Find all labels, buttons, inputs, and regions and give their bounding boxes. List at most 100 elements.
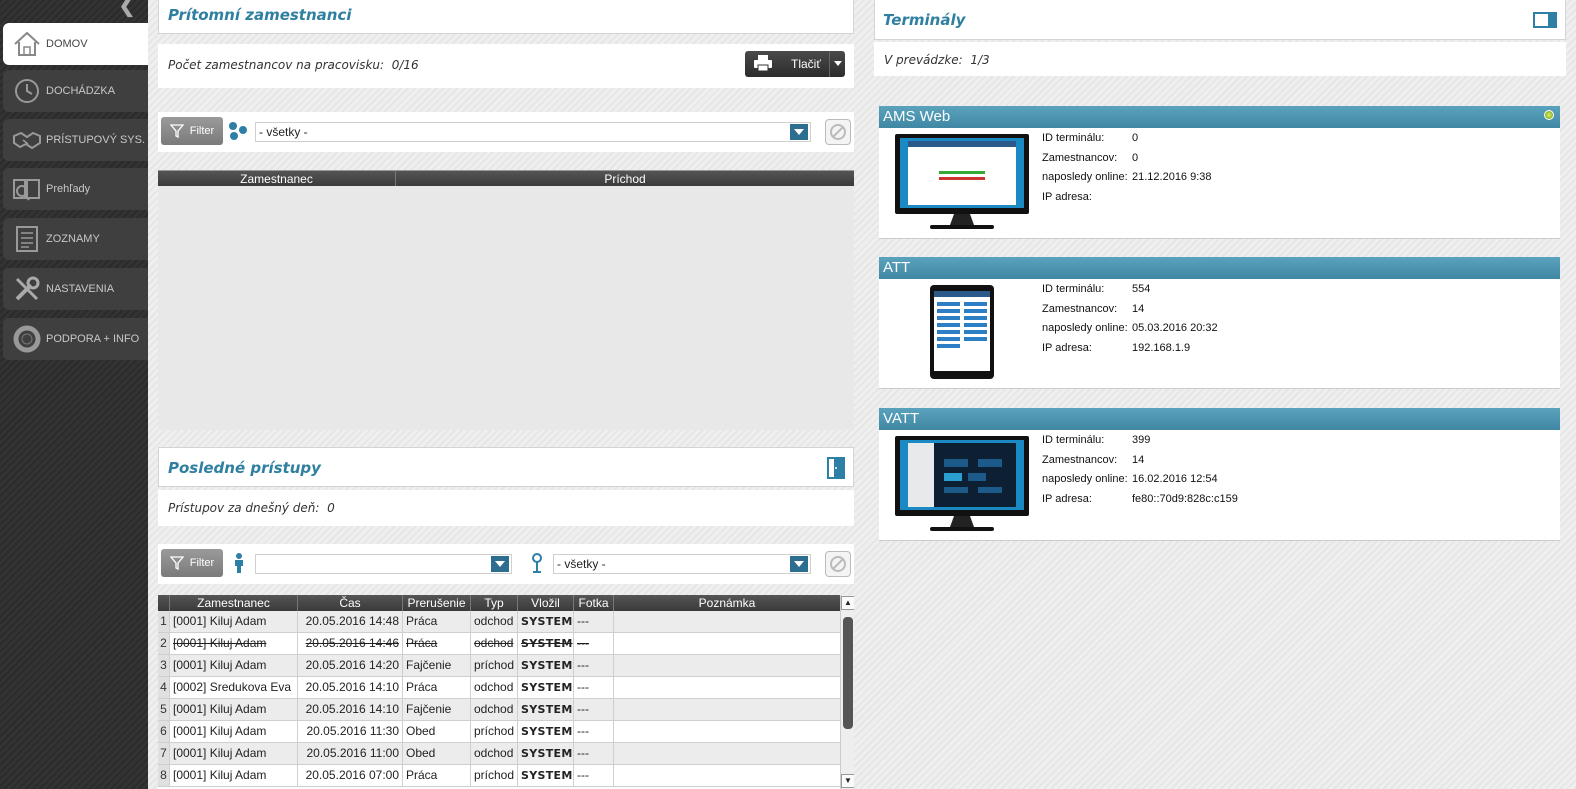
column-header[interactable]: Vložil [518,595,574,611]
table-row[interactable]: 7 [0001] Kiluj Adam 20.05.2016 11:00 Obed od… [158,743,840,765]
column-header[interactable]: Poznámka [614,595,840,611]
print-button[interactable]: Tlačiť [745,51,845,77]
sidebar-item-domov[interactable]: DOMOV [3,23,148,65]
location-select[interactable]: - všetky - [553,554,811,574]
cell-time: 20.05.2016 14:48 [298,611,403,632]
book-search-icon [12,174,42,204]
clock-icon [12,76,42,106]
handshake-icon [12,125,42,155]
cell-by: SYSTEM [518,699,574,720]
person-icon [233,553,245,576]
present-clear-filter-button[interactable] [825,119,851,145]
cell-break: Obed [403,743,471,764]
column-header[interactable]: Typ [471,595,518,611]
operating-label: V prevádzke: [884,53,963,67]
terminal-ip-label: IP adresa: [1042,190,1092,203]
cell-note [614,633,840,654]
cell-employee: [0002] Sredukova Eva [170,677,298,698]
print-dropdown-icon[interactable] [829,51,845,77]
terminal-last-online-label: naposledy online: [1042,322,1128,334]
terminal-id-label: ID terminálu: [1042,132,1105,144]
row-number-header [158,595,170,611]
cell-n: 6 [158,721,170,742]
table-row[interactable]: 3 [0001] Kiluj Adam 20.05.2016 14:20 Fajčen… [158,655,840,677]
cell-note [614,699,840,720]
accesses-info-bar: Prístupov za dnešný deň: 0 [158,490,854,526]
panel-toggle-icon[interactable] [1533,12,1557,31]
column-header[interactable]: Fotka [574,595,614,611]
terminals-title: Terminály [883,11,966,29]
accesses-scrollbar[interactable]: ▲ ▼ [840,595,854,789]
cell-n: 2 [158,633,170,654]
cell-by: SYSTEM [518,743,574,764]
terminal-card[interactable]: AMS Web ID terminálu: 0 Zamestnancov: 0 na… [879,106,1560,239]
door-icon[interactable] [827,457,845,482]
table-row[interactable]: 8 [0001] Kiluj Adam 20.05.2016 07:00 Práca p… [158,765,840,787]
person-select[interactable] [255,554,512,574]
cell-break: Práca [403,765,471,786]
terminal-last-online: 16.02.2016 12:54 [1132,473,1218,485]
table-row[interactable]: 2 [0001] Kiluj Adam 20.05.2016 14:46 Práca o… [158,633,840,655]
terminal-id-label: ID terminálu: [1042,434,1105,446]
accesses-count-label: Prístupov za dnešný deň: [168,501,320,515]
cell-by: SYSTEM [518,655,574,676]
cell-photo: --- [574,765,614,786]
present-header: Prítomní zamestnanci [158,0,854,34]
table-row[interactable]: 1 [0001] Kiluj Adam 20.05.2016 14:48 Práca o… [158,611,840,633]
accesses-clear-filter-button[interactable] [825,551,851,577]
cell-employee: [0001] Kiluj Adam [170,633,298,654]
cell-by: SYSTEM [518,765,574,786]
sidebar-item-zoznamy[interactable]: ZOZNAMY [3,218,148,260]
table-row[interactable]: 4 [0002] Sredukova Eva 20.05.2016 14:10 Prá… [158,677,840,699]
terminal-employees-label: Zamestnancov: [1042,302,1118,315]
column-header[interactable]: Zamestnanec [170,595,298,611]
sidebar-item-podpora[interactable]: PODPORA + INFO [3,318,148,360]
cell-break: Fajčenie [403,699,471,720]
terminal-details: ID terminálu: 0 Zamestnancov: 0 naposledy … [1042,132,1212,210]
terminal-card[interactable]: VATT ID terminálu: 399 Zamestnancov: 14 na… [879,408,1560,541]
cell-employee: [0001] Kiluj Adam [170,743,298,764]
sidebar: ❮ DOMOV DOCHÁDZKA PRÍSTUPOVÝ SYS. Prehľa… [0,0,148,789]
terminal-card[interactable]: ATT ID terminálu: 554 Zamestnancov: 14 nap… [879,257,1560,389]
table-row[interactable]: 5 [0001] Kiluj Adam 20.05.2016 14:10 Fajčen… [158,699,840,721]
cell-time: 20.05.2016 14:10 [298,699,403,720]
cell-n: 8 [158,765,170,786]
sidebar-item-prehlady[interactable]: Prehľady [3,168,148,210]
present-filter-button[interactable]: Filter [161,117,223,145]
online-status-icon [1544,110,1554,120]
cell-note [614,721,840,742]
terminal-last-online: 21.12.2016 9:38 [1132,171,1212,183]
sidebar-item-nastavenia[interactable]: NASTAVENIA [3,268,148,310]
monitor-icon [894,435,1030,536]
terminal-employees: 14 [1132,453,1145,466]
column-header[interactable]: Príchod [396,171,854,186]
terminal-id-label: ID terminálu: [1042,283,1105,295]
cell-type: odchod [471,699,518,720]
cell-photo: --- [574,655,614,676]
chevron-down-icon [491,556,509,572]
cell-note [614,677,840,698]
sidebar-item-pristupovy[interactable]: PRÍSTUPOVÝ SYS. [3,119,148,161]
table-row[interactable]: 6 [0001] Kiluj Adam 20.05.2016 11:30 Obed pr… [158,721,840,743]
cell-type: príchod [471,721,518,742]
collapse-sidebar-icon[interactable]: ❮ [112,0,142,18]
terminal-employees-label: Zamestnancov: [1042,151,1118,164]
cell-photo: --- [574,677,614,698]
accesses-filter-button[interactable]: Filter [161,549,223,577]
sidebar-item-dochadzka[interactable]: DOCHÁDZKA [3,70,148,112]
sidebar-item-label: DOCHÁDZKA [46,85,116,97]
column-header[interactable]: Čas [298,595,403,611]
scroll-down-icon[interactable]: ▼ [841,774,854,788]
column-header[interactable]: Zamestnanec [158,171,396,186]
group-select[interactable]: - všetky - [255,122,811,142]
accesses-count: Prístupov za dnešný deň: 0 [168,501,335,515]
cell-n: 5 [158,699,170,720]
terminal-header: AMS Web [879,106,1560,128]
scrollbar-thumb[interactable] [843,617,853,729]
cell-employee: [0001] Kiluj Adam [170,699,298,720]
scroll-up-icon[interactable]: ▲ [841,596,854,610]
column-header[interactable]: Prerušenie [403,595,471,611]
cell-time: 20.05.2016 11:00 [298,743,403,764]
terminals-operating: V prevádzke: 1/3 [884,53,990,67]
cell-photo: --- [574,743,614,764]
